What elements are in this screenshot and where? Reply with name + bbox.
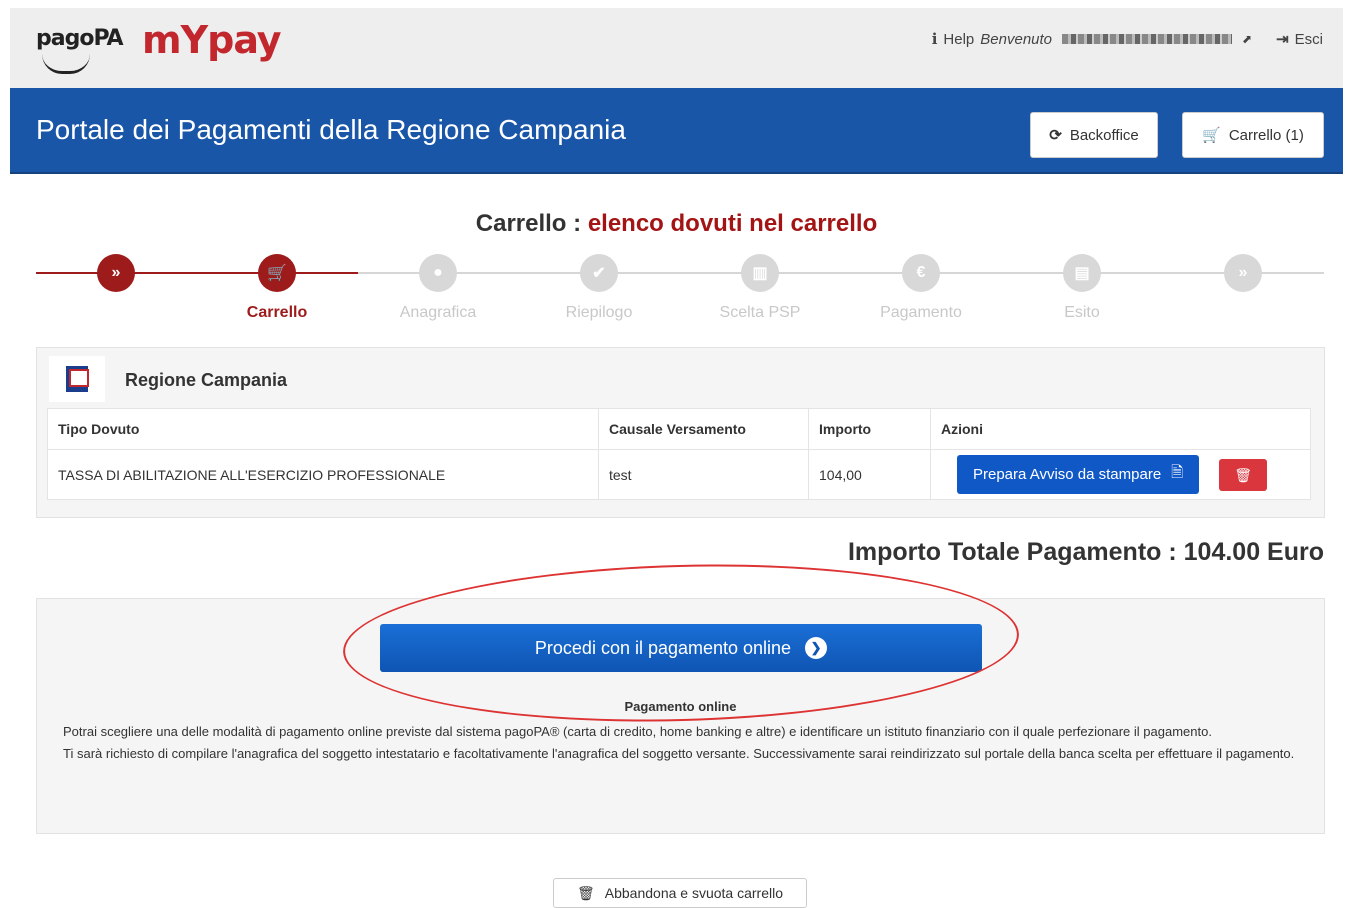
- column-header: Tipo Dovuto: [47, 408, 599, 450]
- pagopa-logo-arc: [42, 54, 90, 74]
- bank-icon: ▥: [741, 254, 779, 292]
- step-anagrafica: ● Anagrafica: [378, 254, 498, 322]
- payment-panel: Procedi con il pagamento online ❯ Pagame…: [36, 556, 1325, 834]
- payment-description: Potrai scegliere una delle modalità di p…: [63, 721, 1303, 765]
- prepare-notice-label: Prepara Avviso da stampare: [973, 466, 1162, 483]
- step-pagamento-label: Pagamento: [880, 304, 962, 321]
- abandon-cart-label: Abbandona e svuota carrello: [604, 885, 783, 901]
- delete-button[interactable]: 🗑: [1219, 459, 1268, 492]
- portal-banner: Portale dei Pagamenti della Regione Camp…: [10, 88, 1343, 174]
- step-end: »: [1183, 254, 1303, 292]
- info-icon: i: [931, 30, 938, 48]
- trash-icon: 🗑: [576, 884, 595, 901]
- document-icon: ▤: [1063, 254, 1101, 292]
- file-icon: 🗎: [1171, 464, 1184, 481]
- page-title: Carrello : elenco dovuti nel carrello: [0, 210, 1353, 238]
- backoffice-label: Backoffice: [1069, 126, 1139, 144]
- total-amount: Importo Totale Pagamento : 104.00 Euro: [847, 538, 1324, 566]
- step-scelta-psp-label: Scelta PSP: [719, 304, 801, 321]
- help-link[interactable]: Help: [943, 31, 974, 48]
- region-emblem: [49, 356, 105, 402]
- column-header: Azioni: [930, 408, 1311, 450]
- external-link-icon[interactable]: ⬈: [1242, 32, 1252, 46]
- column-header: Importo: [808, 408, 931, 450]
- cell-causale: test: [598, 449, 809, 500]
- trash-icon: 🗑: [1234, 466, 1253, 483]
- cell-importo: 104,00: [808, 449, 931, 500]
- cell-tipo-dovuto: TASSA DI ABILITAZIONE ALL'ESERCIZIO PROF…: [47, 449, 599, 500]
- cart-table: Tipo Dovuto Causale Versamento Importo A…: [47, 408, 1311, 500]
- payment-heading: Pagamento online: [624, 699, 737, 714]
- step-anagrafica-label: Anagrafica: [399, 304, 477, 321]
- logout-link[interactable]: Esci: [1295, 31, 1323, 48]
- backoffice-button[interactable]: ⟳ Backoffice: [1030, 112, 1158, 158]
- chevron-right-icon: ❯: [805, 637, 828, 659]
- progress-line: [358, 272, 1324, 274]
- top-header: pagoPA mYpay i Help Benvenuto ⬈ ⇥ Esci: [10, 8, 1343, 88]
- mypay-logo-my: mY: [142, 18, 208, 62]
- euro-icon: €: [902, 254, 940, 292]
- step-pagamento: € Pagamento: [861, 254, 981, 322]
- mypay-logo[interactable]: mYpay: [142, 18, 282, 62]
- step-esito: ▤ Esito: [1022, 254, 1142, 322]
- step-carrello-label: Carrello: [246, 304, 308, 321]
- step-riepilogo: ✔ Riepilogo: [539, 254, 659, 322]
- column-header: Causale Versamento: [598, 408, 809, 450]
- step-start-icon: »: [97, 254, 135, 292]
- proceed-payment-label: Procedi con il pagamento online: [534, 637, 792, 658]
- pagopa-logo[interactable]: pagoPA: [36, 26, 124, 74]
- cart-icon: 🛒: [258, 254, 296, 292]
- payment-description-1: Potrai scegliere una delle modalità di p…: [63, 724, 1212, 739]
- mypay-logo-pay: pay: [207, 18, 281, 62]
- entity-name: Regione Campania: [125, 370, 288, 390]
- step-scelta-psp: ▥ Scelta PSP: [700, 254, 820, 322]
- user-menu: i Help Benvenuto ⬈ ⇥ Esci: [932, 30, 1323, 48]
- prepare-notice-button[interactable]: Prepara Avviso da stampare 🗎: [957, 455, 1200, 494]
- cart-icon: 🛒: [1202, 127, 1221, 144]
- payment-description-2: Ti sarà richiesto di compilare l'anagraf…: [63, 746, 1295, 761]
- table-header-row: Tipo Dovuto Causale Versamento Importo A…: [47, 408, 1311, 450]
- cell-actions: Prepara Avviso da stampare 🗎 🗑: [930, 449, 1311, 500]
- check-icon: ✔: [580, 254, 618, 292]
- pagopa-logo-text: pagoPA: [36, 26, 124, 51]
- step-esito-label: Esito: [1064, 304, 1100, 321]
- table-row: TASSA DI ABILITAZIONE ALL'ESERCIZIO PROF…: [47, 449, 1311, 500]
- sign-out-icon[interactable]: ⇥: [1276, 30, 1289, 48]
- page-title-prefix: Carrello :: [475, 210, 582, 237]
- abandon-cart-button[interactable]: 🗑 Abbandona e svuota carrello: [553, 878, 807, 908]
- proceed-payment-button[interactable]: Procedi con il pagamento online ❯: [380, 624, 982, 672]
- user-icon: ●: [419, 254, 457, 292]
- step-carrello[interactable]: 🛒 Carrello: [217, 254, 337, 322]
- step-end-icon: »: [1224, 254, 1262, 292]
- step-start: »: [56, 254, 176, 292]
- cart-button[interactable]: 🛒 Carrello (1): [1182, 112, 1324, 158]
- cart-panel: Regione Campania Tipo Dovuto Causale Ver…: [36, 347, 1325, 518]
- refresh-icon: ⟳: [1049, 127, 1062, 144]
- welcome-text: Benvenuto: [980, 30, 1053, 48]
- page-title-suffix: elenco dovuti nel carrello: [587, 210, 878, 237]
- cart-label: Carrello (1): [1228, 126, 1304, 144]
- portal-title: Portale dei Pagamenti della Regione Camp…: [36, 114, 626, 145]
- username-redacted: [1062, 34, 1233, 44]
- step-riepilogo-label: Riepilogo: [565, 304, 633, 321]
